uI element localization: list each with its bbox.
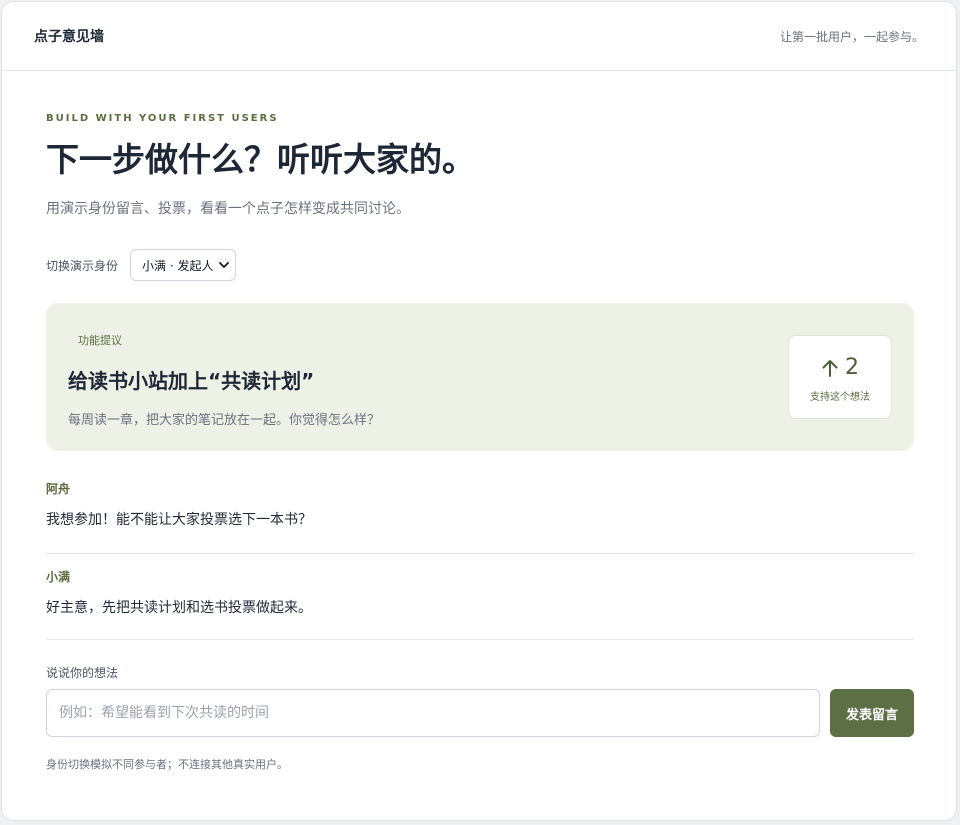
submit-comment-button[interactable]: 发表留言 <box>830 689 914 737</box>
upvote-button[interactable]: 2 支持这个想法 <box>788 335 892 419</box>
proposal-description: 每周读一章，把大家的笔记放在一起。你觉得怎么样？ <box>68 413 381 428</box>
proposal-title: 给读书小站加上“共读计划” <box>68 369 315 393</box>
chevron-down-icon <box>219 262 229 268</box>
page-subtitle: 用演示身份留言、投票，看看一个点子怎样变成共同讨论。 <box>46 201 410 217</box>
page-title: 下一步做什么？听听大家的。 <box>46 140 475 179</box>
identity-label: 切换演示身份 <box>46 258 119 273</box>
top-bar: 点子意见墙 让第一批用户，一起参与。 <box>2 2 956 71</box>
arrow-up-icon <box>822 359 838 377</box>
vote-count-row: 2 <box>789 355 891 380</box>
comment-author: 小满 <box>46 570 71 584</box>
main-content: BUILD WITH YOUR FIRST USERS 下一步做什么？听听大家的… <box>2 113 956 772</box>
compose-row: 发表留言 <box>46 689 914 737</box>
header-tagline: 让第一批用户，一起参与。 <box>779 29 924 44</box>
hero-eyebrow: BUILD WITH YOUR FIRST USERS <box>46 113 279 124</box>
proposal-tag: 功能提议 <box>78 334 122 347</box>
identity-switcher: 切换演示身份 小满 · 发起人 <box>46 249 914 281</box>
comment-list: 阿舟 我想参加！能不能让大家投票选下一本书？ 小满 好主意，先把共读计划和选书投… <box>46 480 914 640</box>
app-window: 点子意见墙 让第一批用户，一起参与。 BUILD WITH YOUR FIRST… <box>1 1 957 821</box>
proposal-card: 功能提议 给读书小站加上“共读计划” 每周读一章，把大家的笔记放在一起。你觉得怎… <box>46 303 914 451</box>
vote-label: 支持这个想法 <box>810 392 870 403</box>
compose-label: 说说你的想法 <box>46 666 119 680</box>
comment-item: 小满 好主意，先把共读计划和选书投票做起来。 <box>46 554 914 640</box>
comment-text: 好主意，先把共读计划和选书投票做起来。 <box>46 600 312 616</box>
footnote: 身份切换模拟不同参与者；不连接其他真实用户。 <box>46 758 288 771</box>
comment-input[interactable] <box>46 689 820 737</box>
comment-item: 阿舟 我想参加！能不能让大家投票选下一本书？ <box>46 480 914 554</box>
vote-count: 2 <box>845 355 859 380</box>
comment-text: 我想参加！能不能让大家投票选下一本书？ <box>46 512 312 528</box>
identity-selected-value: 小满 · 发起人 <box>142 258 214 273</box>
identity-select[interactable]: 小满 · 发起人 <box>130 249 237 281</box>
comment-author: 阿舟 <box>46 482 71 496</box>
brand-title: 点子意见墙 <box>34 29 104 45</box>
